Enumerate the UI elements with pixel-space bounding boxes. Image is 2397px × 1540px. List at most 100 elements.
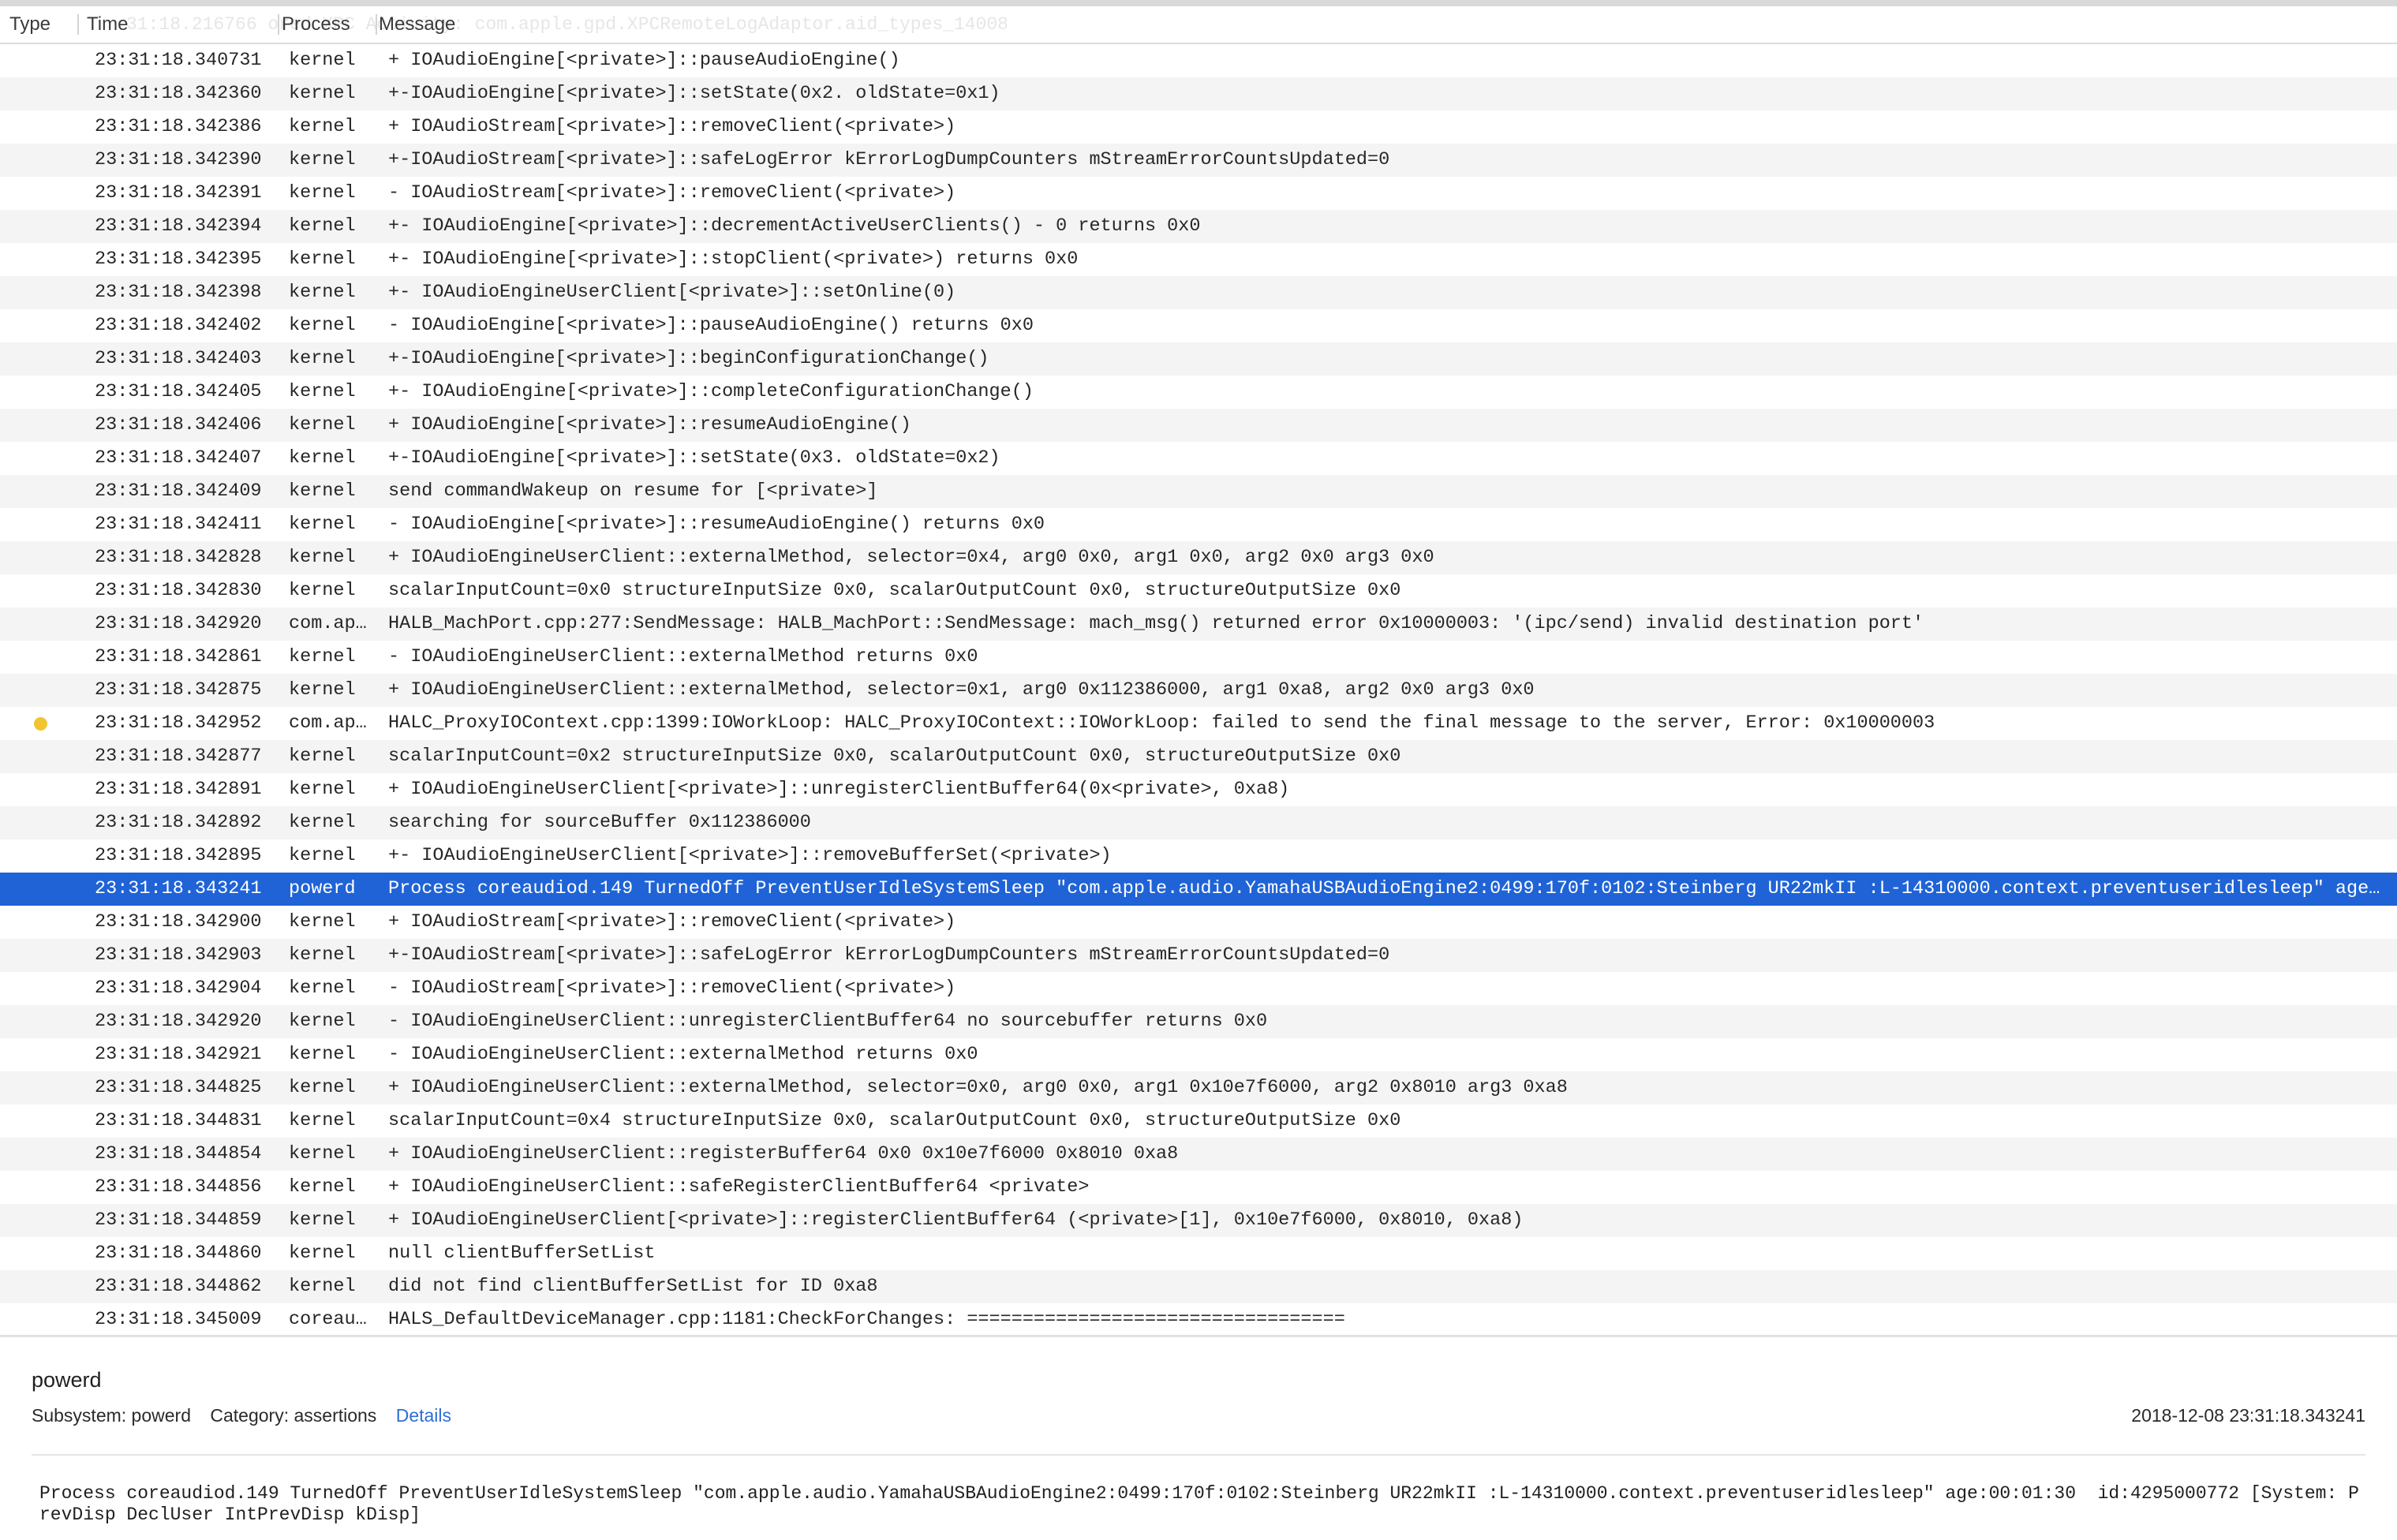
log-row[interactable]: 23:31:18.342861 kernel - IOAudioEngineUser… xyxy=(0,641,2397,674)
log-row[interactable]: 23:31:18.342900 kernel + IOAudioStream[<pr… xyxy=(0,906,2397,939)
details-link[interactable]: Details xyxy=(396,1405,451,1426)
log-row-message: - IOAudioEngineUserClient::externalMetho… xyxy=(388,646,978,667)
log-row-message: - IOAudioEngine[<private>]::resumeAudioE… xyxy=(388,514,1045,535)
log-row-time: 23:31:18.342395 xyxy=(95,249,262,270)
log-row[interactable]: 23:31:18.342398 kernel +- IOAudioEngineUse… xyxy=(0,276,2397,309)
column-header-type[interactable]: Type xyxy=(9,6,50,43)
log-row-time: 23:31:18.342386 xyxy=(95,116,262,137)
log-row-type xyxy=(0,773,83,806)
log-row-type xyxy=(0,906,83,939)
detail-pane-divider[interactable] xyxy=(0,1335,2397,1337)
log-row-time: 23:31:18.342891 xyxy=(95,779,262,800)
log-row[interactable]: 23:31:18.342921 kernel - IOAudioEngineUser… xyxy=(0,1038,2397,1071)
log-row-process: com.ap… xyxy=(289,712,367,734)
log-row-message: null clientBufferSetList xyxy=(388,1243,656,1264)
log-row-process: kernel xyxy=(289,547,356,568)
log-row-time: 23:31:18.344825 xyxy=(95,1077,262,1098)
log-row[interactable]: 23:31:18.340731 kernel + IOAudioEngine[<pr… xyxy=(0,44,2397,77)
log-row-message: +-IOAudioStream[<private>]::safeLogError… xyxy=(388,149,1390,170)
log-row[interactable]: 23:31:18.342405 kernel +- IOAudioEngine[<p… xyxy=(0,376,2397,409)
log-row[interactable]: 23:31:18.344862 kernel did not find clien… xyxy=(0,1270,2397,1303)
log-row[interactable]: 23:31:18.344854 kernel + IOAudioEngineUser… xyxy=(0,1138,2397,1171)
column-header-message[interactable]: Message xyxy=(379,6,455,43)
log-row-type xyxy=(0,442,83,475)
log-row-message: Process coreaudiod.149 TurnedOff Prevent… xyxy=(388,878,2384,899)
log-row-type xyxy=(0,972,83,1005)
log-row[interactable]: 23:31:18.345009 coreau… HALS_DefaultDevice… xyxy=(0,1303,2397,1336)
log-row[interactable]: 23:31:18.342892 kernel searching for sour… xyxy=(0,806,2397,839)
log-row-process: kernel xyxy=(289,348,356,369)
log-row[interactable]: 23:31:18.344831 kernel scalarInputCount=0… xyxy=(0,1105,2397,1138)
log-row[interactable]: 23:31:18.342904 kernel - IOAudioStream[<pr… xyxy=(0,972,2397,1005)
log-row[interactable]: 23:31:18.342952 com.ap… HALC_ProxyIOContex… xyxy=(0,707,2397,740)
log-row-time: 23:31:18.342390 xyxy=(95,149,262,170)
log-row[interactable]: 23:31:18.342403 kernel +-IOAudioEngine[<pr… xyxy=(0,342,2397,376)
log-row-message: - IOAudioEngineUserClient::externalMetho… xyxy=(388,1044,978,1065)
log-row-message: + IOAudioEngineUserClient::externalMetho… xyxy=(388,547,1434,568)
log-row-process: kernel xyxy=(289,480,356,502)
log-row-message: scalarInputCount=0x2 structureInputSize … xyxy=(388,746,1401,767)
log-row-message: +- IOAudioEngineUserClient[<private>]::s… xyxy=(388,282,956,303)
column-divider[interactable] xyxy=(376,14,377,35)
log-row[interactable]: 23:31:18.342409 kernel send commandWakeup … xyxy=(0,475,2397,508)
log-row[interactable]: 23:31:18.342903 kernel +-IOAudioStream[<pr… xyxy=(0,939,2397,972)
log-row[interactable]: 23:31:18.342386 kernel + IOAudioStream[<pr… xyxy=(0,110,2397,144)
log-row[interactable]: 23:31:18.344825 kernel + IOAudioEngineUser… xyxy=(0,1071,2397,1105)
log-row-process: kernel xyxy=(289,83,356,104)
log-row-type xyxy=(0,309,83,342)
log-row-time: 23:31:18.342920 xyxy=(95,613,262,634)
log-row[interactable]: 23:31:18.342877 kernel scalarInputCount=0… xyxy=(0,740,2397,773)
log-row-time: 23:31:18.342391 xyxy=(95,182,262,204)
log-table-header: 31:18.216766 ored XPC Activity: com.appl… xyxy=(0,6,2397,44)
log-row[interactable]: 23:31:18.342395 kernel +- IOAudioEngine[<p… xyxy=(0,243,2397,276)
log-row-time: 23:31:18.344860 xyxy=(95,1243,262,1264)
log-row-process: kernel xyxy=(289,845,356,866)
log-row[interactable]: 23:31:18.342828 kernel + IOAudioEngineUser… xyxy=(0,541,2397,574)
log-row-time: 23:31:18.344862 xyxy=(95,1276,262,1297)
log-row-message: +-IOAudioEngine[<private>]::setState(0x2… xyxy=(388,83,1000,104)
log-row-time: 23:31:18.342875 xyxy=(95,679,262,701)
log-row-process: kernel xyxy=(289,746,356,767)
log-row[interactable]: 23:31:18.342920 com.ap… HALB_MachPort.cpp:… xyxy=(0,607,2397,641)
log-row-type xyxy=(0,1303,83,1336)
log-row[interactable]: 23:31:18.343241 powerd Process coreaudiod.… xyxy=(0,873,2397,906)
log-row-process: kernel xyxy=(289,580,356,601)
log-row-type xyxy=(0,1237,83,1270)
log-row[interactable]: 23:31:18.342390 kernel +-IOAudioStream[<pr… xyxy=(0,144,2397,177)
log-row[interactable]: 23:31:18.342360 kernel +-IOAudioEngine[<pr… xyxy=(0,77,2397,110)
log-row[interactable]: 23:31:18.342407 kernel +-IOAudioEngine[<pr… xyxy=(0,442,2397,475)
log-row-type xyxy=(0,177,83,210)
log-row[interactable]: 23:31:18.342391 kernel - IOAudioStream[<pr… xyxy=(0,177,2397,210)
log-row[interactable]: 23:31:18.342411 kernel - IOAudioEngine[<pr… xyxy=(0,508,2397,541)
column-divider[interactable] xyxy=(278,14,279,35)
detail-category: Category: assertions xyxy=(210,1405,377,1426)
log-row-type xyxy=(0,243,83,276)
log-row[interactable]: 23:31:18.342895 kernel +- IOAudioEngineUse… xyxy=(0,839,2397,873)
log-row[interactable]: 23:31:18.342394 kernel +- IOAudioEngine[<p… xyxy=(0,210,2397,243)
log-row-message: +-IOAudioStream[<private>]::safeLogError… xyxy=(388,944,1390,966)
log-row[interactable]: 23:31:18.344859 kernel + IOAudioEngineUser… xyxy=(0,1204,2397,1237)
log-row-process: kernel xyxy=(289,1110,356,1131)
log-row-type xyxy=(0,740,83,773)
log-row[interactable]: 23:31:18.344860 kernel null clientBufferS… xyxy=(0,1237,2397,1270)
log-row[interactable]: 23:31:18.342891 kernel + IOAudioEngineUser… xyxy=(0,773,2397,806)
column-header-time[interactable]: Time xyxy=(87,6,128,43)
log-row[interactable]: 23:31:18.342402 kernel - IOAudioEngine[<pr… xyxy=(0,309,2397,342)
log-row-message: HALC_ProxyIOContext.cpp:1399:IOWorkLoop:… xyxy=(388,712,1935,734)
log-row[interactable]: 23:31:18.344856 kernel + IOAudioEngineUser… xyxy=(0,1171,2397,1204)
log-row[interactable]: 23:31:18.342920 kernel - IOAudioEngineUser… xyxy=(0,1005,2397,1038)
log-row[interactable]: 23:31:18.342406 kernel + IOAudioEngine[<pr… xyxy=(0,409,2397,442)
log-row-process: kernel xyxy=(289,1143,356,1164)
log-row-process: kernel xyxy=(289,779,356,800)
log-row-time: 23:31:18.342828 xyxy=(95,547,262,568)
log-row-message: + IOAudioEngineUserClient::externalMetho… xyxy=(388,679,1535,701)
column-header-process[interactable]: Process xyxy=(282,6,350,43)
column-divider[interactable] xyxy=(77,14,79,35)
log-row-time: 23:31:18.340731 xyxy=(95,50,262,71)
log-row-message: + IOAudioStream[<private>]::removeClient… xyxy=(388,911,956,933)
log-row[interactable]: 23:31:18.342830 kernel scalarInputCount=0… xyxy=(0,574,2397,607)
log-row-time: 23:31:18.342900 xyxy=(95,911,262,933)
log-table-body[interactable]: 23:31:18.340731 kernel + IOAudioEngine[<pr… xyxy=(0,44,2397,1336)
log-row[interactable]: 23:31:18.342875 kernel + IOAudioEngineUser… xyxy=(0,674,2397,707)
log-row-process: kernel xyxy=(289,50,356,71)
